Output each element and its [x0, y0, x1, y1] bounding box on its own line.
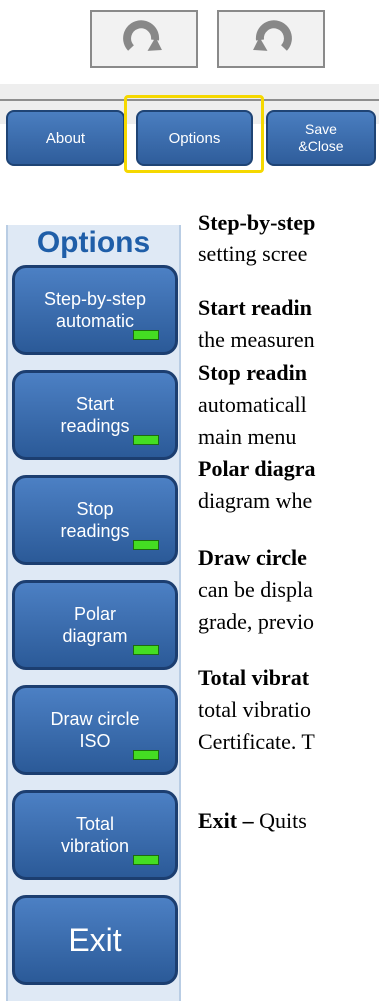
status-indicator	[133, 330, 159, 340]
button-line-1: Draw circle	[50, 709, 140, 729]
desc-line: the measuren	[198, 327, 315, 352]
button-line-1: Start	[75, 394, 114, 414]
button-line-2: readings	[60, 416, 130, 436]
save-close-label: Save &Close	[298, 121, 344, 154]
button-line-1: Total	[75, 814, 115, 834]
status-indicator	[133, 540, 159, 550]
exit-button[interactable]: Exit	[12, 895, 178, 985]
button-line-1: Stop	[76, 499, 114, 519]
button-line-1: Polar	[73, 604, 117, 624]
desc-line: Polar diagra	[198, 456, 316, 481]
undo-icon	[253, 20, 292, 51]
status-indicator	[133, 750, 159, 760]
status-indicator	[133, 645, 159, 655]
button-line-1: Step-by-step	[43, 289, 147, 309]
about-label: About	[45, 129, 86, 147]
save-close-button[interactable]: Save &Close	[266, 110, 376, 166]
exit-label: Exit	[68, 922, 122, 958]
polar-diagram-button[interactable]: Polar diagram	[12, 580, 178, 670]
draw-circle-iso-button[interactable]: Draw circle ISO	[12, 685, 178, 775]
status-indicator	[133, 435, 159, 445]
options-highlight	[124, 95, 264, 173]
undo-button[interactable]	[217, 10, 325, 68]
status-indicator	[133, 855, 159, 865]
panel-title: Options	[36, 226, 151, 259]
desc-line: main menu	[198, 424, 297, 449]
button-line-2: automatic	[55, 311, 135, 331]
desc-line: Exit – Quits	[198, 808, 307, 833]
desc-line: Step-by-step	[198, 210, 316, 235]
stop-readings-button[interactable]: Stop readings	[12, 475, 178, 565]
desc-line: Draw circle	[198, 545, 307, 570]
button-line-2: ISO	[79, 731, 111, 751]
start-readings-button[interactable]: Start readings	[12, 370, 178, 460]
desc-line: Certificate. T	[198, 729, 315, 754]
desc-line: Stop readin	[198, 360, 308, 385]
redo-button[interactable]	[90, 10, 198, 68]
desc-line: setting scree	[198, 241, 308, 266]
about-button[interactable]: About	[6, 110, 125, 166]
step-by-step-automatic-button[interactable]: Step-by-step automatic	[12, 265, 178, 355]
desc-line: automaticall	[198, 392, 307, 417]
desc-line: diagram whe	[198, 488, 313, 513]
desc-line: total vibratio	[198, 697, 312, 722]
desc-line: Total vibrat	[198, 665, 310, 690]
total-vibration-button[interactable]: Total vibration	[12, 790, 178, 880]
button-line-2: diagram	[62, 626, 128, 646]
button-line-2: readings	[60, 521, 130, 541]
button-line-2: vibration	[60, 836, 130, 856]
redo-icon	[123, 20, 162, 51]
desc-line: can be displa	[198, 577, 313, 602]
desc-line: Start readin	[198, 295, 312, 320]
desc-line: grade, previo	[198, 609, 315, 634]
